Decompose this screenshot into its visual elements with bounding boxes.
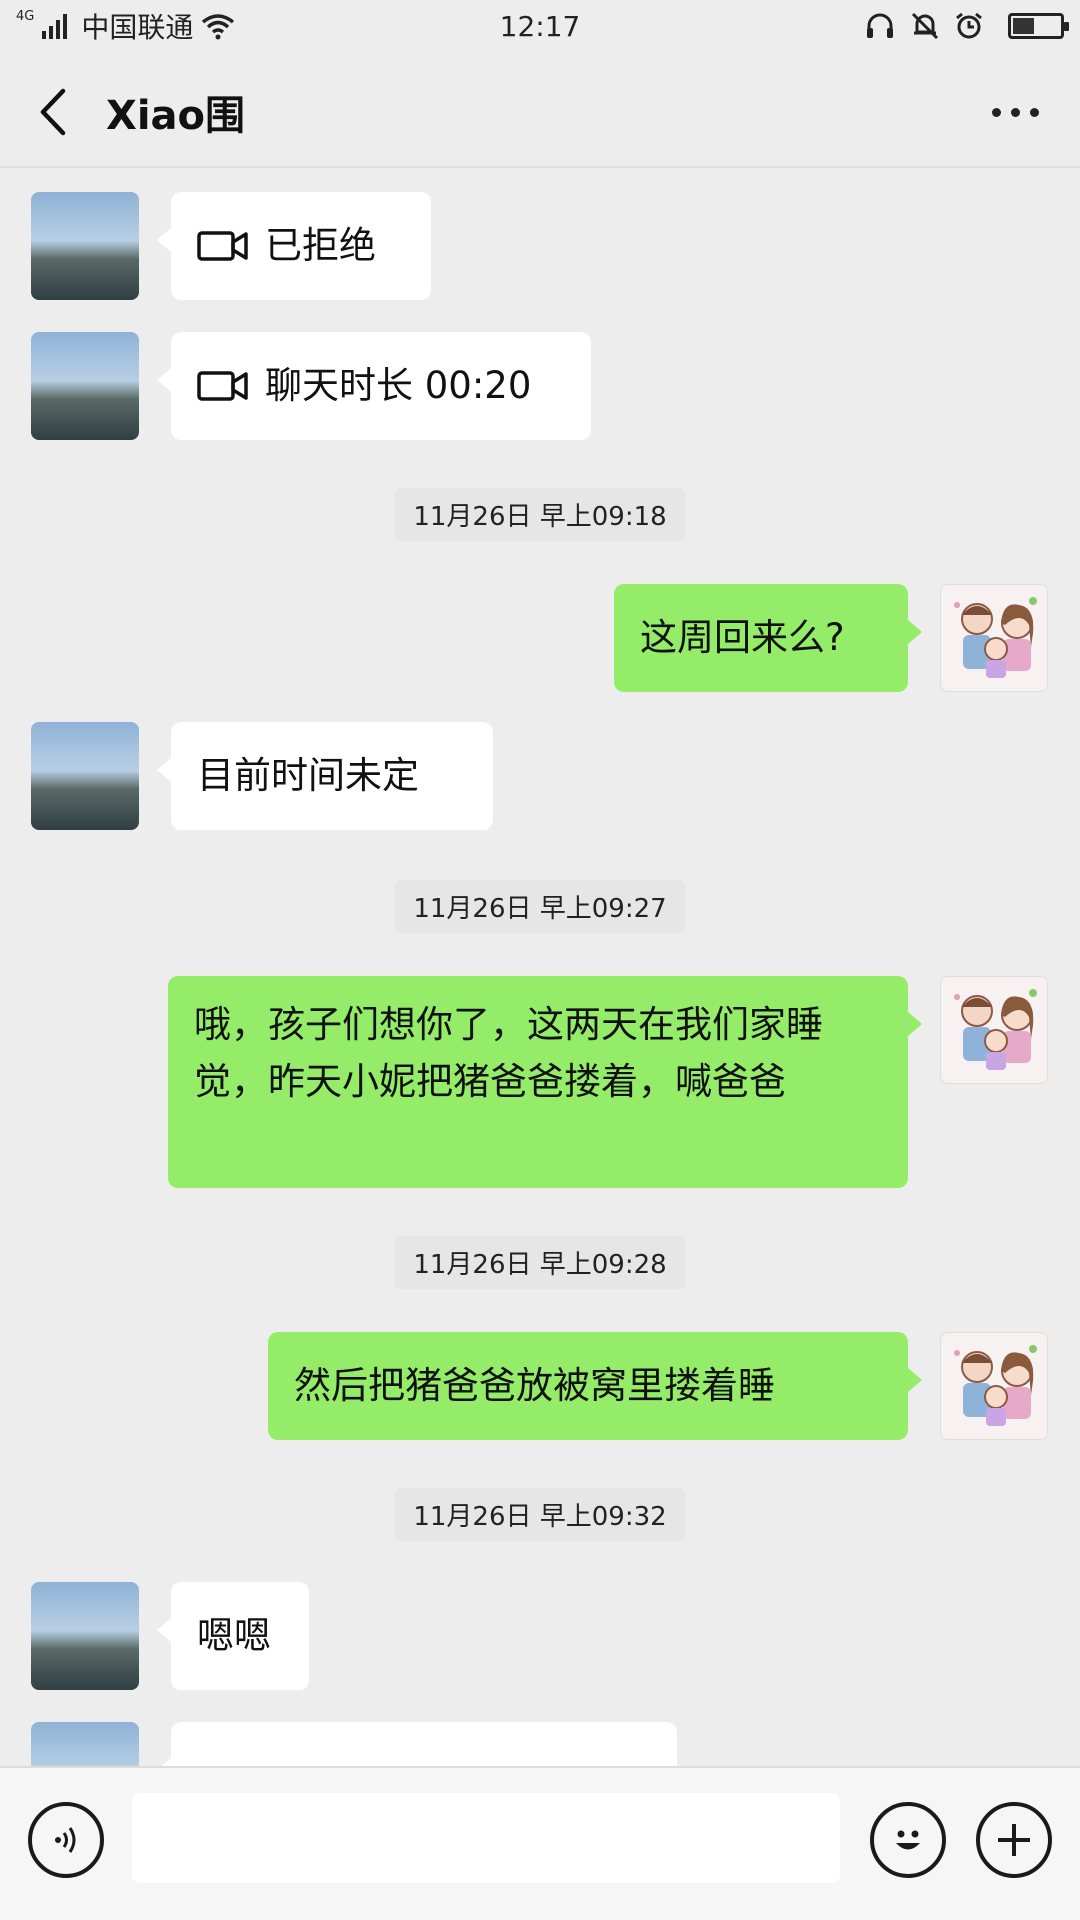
voice-icon: [55, 1827, 76, 1853]
headset-icon: [867, 13, 893, 38]
family-avatar-image: [954, 989, 1037, 1070]
voice-input-button[interactable]: [28, 1802, 104, 1878]
family-avatar-image: [954, 1345, 1037, 1426]
received-message-bubble[interactable]: 目前时间未定: [157, 722, 493, 830]
message-input[interactable]: [132, 1793, 840, 1883]
title-bar: Xiao围: [0, 62, 1080, 162]
status-bar: 4G 中国联通 12:17: [0, 0, 1080, 52]
back-button[interactable]: [8, 62, 98, 162]
signal-icon: [42, 13, 68, 39]
emoji-button[interactable]: [870, 1802, 946, 1878]
sent-message-bubble[interactable]: 然后把猪爸爸放被窝里搂着睡: [268, 1332, 922, 1440]
contact-avatar[interactable]: [31, 332, 139, 440]
emoji-icon: [896, 1830, 920, 1850]
video-camera-icon: [197, 231, 248, 261]
mute-bell-icon: [911, 12, 939, 40]
self-avatar[interactable]: [940, 584, 1048, 692]
contact-avatar[interactable]: [31, 1582, 139, 1690]
more-options-button[interactable]: [980, 92, 1050, 132]
input-bar: [0, 1766, 1080, 1920]
timestamp: 11月26日 早上09:32: [0, 1488, 1080, 1541]
chat-screen: 4G 中国联通 12:17 Xiao围 已拒绝 聊天时长 00:20 11月26…: [0, 0, 1080, 1920]
chevron-left-icon: [40, 88, 66, 136]
received-message-bubble[interactable]: 嗯嗯: [157, 1582, 309, 1690]
network-type: 4G: [16, 8, 35, 24]
contact-avatar[interactable]: [31, 192, 139, 300]
chat-title: Xiao围: [106, 93, 246, 139]
message-text: 聊天时长 00:20: [265, 364, 532, 407]
sent-message-bubble[interactable]: 哦，孩子们想你了，这两天在我们家睡觉，昨天小妮把猪爸爸搂着，喊爸爸: [168, 976, 922, 1188]
message-text: 哦，孩子们想你了，这两天在我们家睡觉，昨天小妮把猪爸爸搂着，喊爸爸: [194, 1003, 823, 1103]
plus-icon: [998, 1824, 1030, 1856]
timestamp: 11月26日 早上09:28: [0, 1236, 1080, 1289]
video-call-bubble[interactable]: 聊天时长 00:20: [157, 332, 591, 440]
sent-message-bubble[interactable]: 这周回来么?: [614, 584, 922, 692]
message-text: 目前时间未定: [197, 754, 419, 797]
video-camera-icon: [197, 371, 248, 401]
clock: 12:17: [499, 9, 581, 43]
message-text: 嗯嗯: [197, 1614, 271, 1657]
message-text: 已拒绝: [265, 224, 376, 267]
timestamp: 11月26日 早上09:18: [0, 488, 1080, 541]
contact-avatar[interactable]: [31, 722, 139, 830]
more-dots-icon: [991, 107, 1001, 117]
message-text: 然后把猪爸爸放被窝里搂着睡: [294, 1364, 775, 1407]
header-divider: [0, 166, 1080, 168]
family-avatar-image: [954, 597, 1037, 678]
message-text: 这周回来么?: [640, 616, 845, 659]
self-avatar[interactable]: [940, 976, 1048, 1084]
video-call-bubble[interactable]: 已拒绝: [157, 192, 431, 300]
timestamp: 11月26日 早上09:27: [0, 880, 1080, 933]
self-avatar[interactable]: [940, 1332, 1048, 1440]
alarm-icon: [956, 12, 982, 39]
more-functions-button[interactable]: [976, 1802, 1052, 1878]
carrier-name: 中国联通: [81, 11, 194, 44]
wifi-icon: [202, 14, 235, 40]
battery-icon: [1008, 13, 1069, 39]
